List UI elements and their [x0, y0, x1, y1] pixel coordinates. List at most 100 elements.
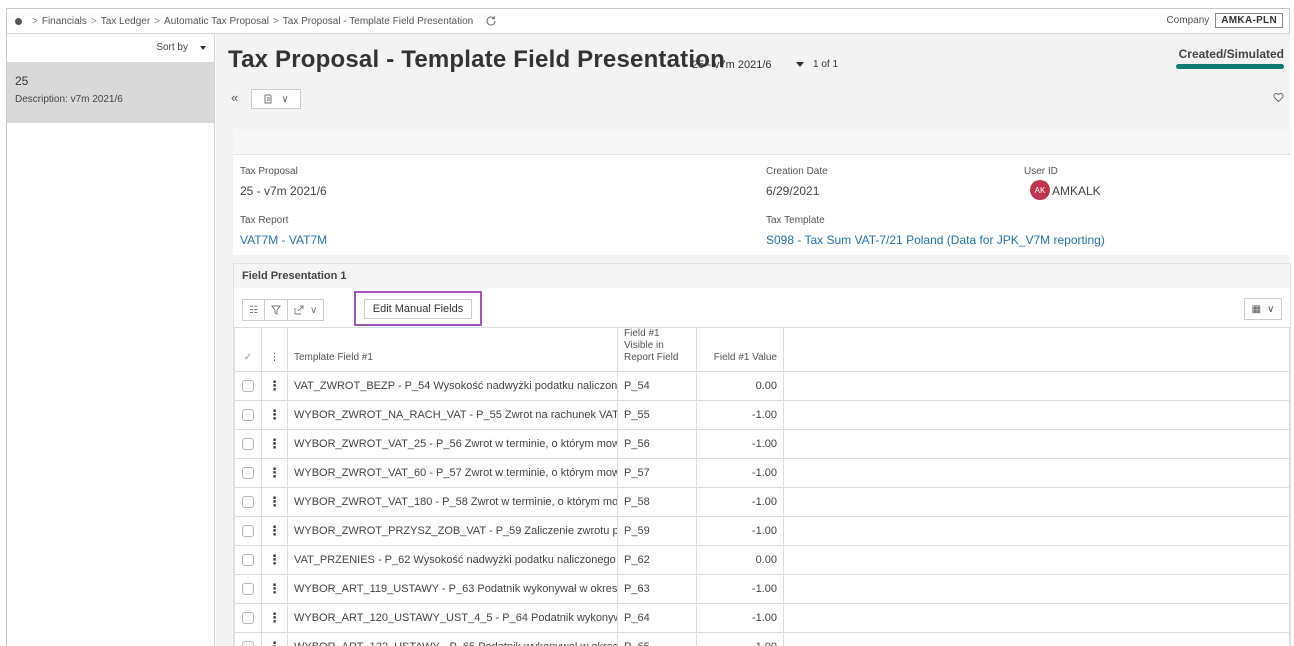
- table-header-row: ✓ ⋮ Template Field #1 Field #1 Visible i…: [234, 327, 1290, 372]
- row-checkbox[interactable]: [234, 371, 262, 401]
- company-label: Company: [1166, 15, 1210, 26]
- row-menu-icon[interactable]: ⋮: [261, 429, 288, 459]
- page-title: Tax Proposal - Template Field Presentati…: [228, 46, 725, 73]
- empty-cell: [783, 429, 1290, 459]
- tax-report-link[interactable]: VAT7M - VAT7M: [240, 233, 327, 247]
- row-menu-icon[interactable]: ⋮: [261, 400, 288, 430]
- header-card: Tax Proposal 25 - v7m 2021/6 Creation Da…: [233, 155, 1291, 255]
- report-field-cell: P_59: [617, 516, 697, 546]
- record-navigator: Sort by 25 Description: v7m 2021/6: [7, 34, 215, 646]
- collapse-navigator-icon[interactable]: «: [231, 90, 238, 105]
- report-field-cell: P_63: [617, 574, 697, 604]
- table-row[interactable]: ⋮ VAT_ZWROT_BEZP - P_54 Wysokość nadwyżki…: [234, 371, 1290, 401]
- column-header-field-value[interactable]: Field #1 Value: [696, 327, 784, 372]
- filter-icon[interactable]: [265, 300, 288, 320]
- row-checkbox[interactable]: [234, 487, 262, 517]
- template-field-cell: WYBOR_ZWROT_PRZYSZ_ZOB_VAT - P_59 Zalicz…: [287, 516, 618, 546]
- sort-by-dropdown[interactable]: Sort by: [156, 42, 206, 53]
- app-window: > Financials > Tax Ledger > Automatic Ta…: [6, 8, 1291, 646]
- row-menu-icon[interactable]: ⋮: [261, 545, 288, 575]
- edit-manual-fields-button[interactable]: Edit Manual Fields: [354, 291, 482, 326]
- table-row[interactable]: ⋮ WYBOR_ART_120_USTAWY_UST_4_5 - P_64 Pod…: [234, 603, 1290, 633]
- row-checkbox[interactable]: [234, 458, 262, 488]
- commands-dropdown-button[interactable]: ∨: [251, 89, 301, 109]
- select-all-checkbox[interactable]: ✓: [234, 327, 262, 372]
- report-field-cell: P_56: [617, 429, 697, 459]
- empty-cell: [783, 400, 1290, 430]
- tax-proposal-value: 25 - v7m 2021/6: [240, 184, 327, 198]
- tax-template-link[interactable]: S098 - Tax Sum VAT-7/21 Poland (Data for…: [766, 233, 1105, 247]
- report-field-cell: P_58: [617, 487, 697, 517]
- field-value-cell: -1.00: [696, 632, 784, 646]
- list-settings-icon[interactable]: ☷: [243, 300, 265, 320]
- field-value-cell: -1.00: [696, 458, 784, 488]
- report-field-cell: P_54: [617, 371, 697, 401]
- field-table: ✓ ⋮ Template Field #1 Field #1 Visible i…: [234, 327, 1290, 646]
- row-menu-icon[interactable]: ⋮: [261, 458, 288, 488]
- table-view-dropdown[interactable]: ▦ ∨: [1244, 298, 1282, 320]
- row-menu-icon[interactable]: ⋮: [261, 487, 288, 517]
- chevron-down-icon: ∨: [281, 93, 289, 105]
- report-field-cell: P_64: [617, 603, 697, 633]
- tax-template-label: Tax Template: [766, 215, 825, 226]
- field-presentation-group: Field Presentation 1 ☷ ∨ Edit Manual Fie…: [233, 263, 1291, 646]
- favorite-heart-icon[interactable]: [1273, 92, 1284, 103]
- chevron-down-icon: [200, 45, 206, 50]
- row-checkbox[interactable]: [234, 632, 262, 646]
- breadcrumb-tax-ledger[interactable]: Tax Ledger: [101, 16, 150, 27]
- table-row[interactable]: ⋮ WYBOR_ART_119_USTAWY - P_63 Podatnik wy…: [234, 574, 1290, 604]
- column-header-visible-in-report[interactable]: Field #1 Visible in Report Field: [617, 327, 697, 372]
- list-item-description: Description: v7m 2021/6: [15, 94, 123, 105]
- row-menu-icon[interactable]: ⋮: [261, 574, 288, 604]
- table-row[interactable]: ⋮ WYBOR_ZWROT_VAT_25 - P_56 Zwrot w termi…: [234, 429, 1290, 459]
- field-value-cell: -1.00: [696, 487, 784, 517]
- report-field-cell: P_62: [617, 545, 697, 575]
- field-value-cell: 0.00: [696, 371, 784, 401]
- record-selector[interactable]: 25 - v7m 2021/6: [692, 59, 772, 71]
- row-menu-icon[interactable]: ⋮: [261, 632, 288, 646]
- row-checkbox[interactable]: [234, 574, 262, 604]
- creation-date-value: 6/29/2021: [766, 184, 820, 198]
- export-dropdown-icon[interactable]: ∨: [288, 300, 323, 320]
- home-icon[interactable]: [15, 17, 22, 25]
- table-row[interactable]: ⋮ VAT_PRZENIES - P_62 Wysokość nadwyżki p…: [234, 545, 1290, 575]
- row-checkbox[interactable]: [234, 429, 262, 459]
- list-item-selected[interactable]: 25 Description: v7m 2021/6: [7, 62, 214, 123]
- empty-cell: [783, 458, 1290, 488]
- column-header-template-field[interactable]: Template Field #1: [287, 327, 618, 372]
- company-selector[interactable]: Company AMKA-PLN: [1166, 13, 1283, 28]
- field-value-cell: -1.00: [696, 574, 784, 604]
- row-menu-icon[interactable]: ⋮: [261, 371, 288, 401]
- edit-manual-fields-label: Edit Manual Fields: [363, 298, 473, 319]
- sort-by-label: Sort by: [156, 42, 188, 53]
- column-options-icon[interactable]: ⋮: [261, 327, 288, 372]
- table-toolbar: ☷ ∨: [242, 299, 325, 321]
- template-field-cell: WYBOR_ZWROT_VAT_25 - P_56 Zwrot w termin…: [287, 429, 618, 459]
- empty-cell: [783, 603, 1290, 633]
- chevron-down-icon: ∨: [1267, 303, 1275, 315]
- record-dropdown-icon[interactable]: [796, 62, 804, 67]
- row-checkbox[interactable]: [234, 603, 262, 633]
- field-presentation-title: Field Presentation 1: [234, 264, 1290, 288]
- table-row[interactable]: ⋮ WYBOR_ZWROT_VAT_60 - P_57 Zwrot w termi…: [234, 458, 1290, 488]
- user-id-label: User ID: [1024, 166, 1058, 177]
- company-value[interactable]: AMKA-PLN: [1215, 13, 1283, 28]
- grid-icon: ▦: [1251, 303, 1262, 315]
- row-checkbox[interactable]: [234, 545, 262, 575]
- breadcrumb-financials[interactable]: Financials: [42, 16, 87, 27]
- table-row[interactable]: ⋮ WYBOR_ZWROT_NA_RACH_VAT - P_55 Zwrot na…: [234, 400, 1290, 430]
- report-field-cell: P_55: [617, 400, 697, 430]
- table-row[interactable]: ⋮ WYBOR_ZWROT_VAT_180 - P_58 Zwrot w term…: [234, 487, 1290, 517]
- table-row[interactable]: ⋮WYBOR_ART_122_USTAWY - P_65 Podatnik wy…: [234, 632, 1290, 646]
- row-menu-icon[interactable]: ⋮: [261, 516, 288, 546]
- breadcrumb-automatic-tax-proposal[interactable]: Automatic Tax Proposal: [164, 16, 269, 27]
- breadcrumb-separator: >: [32, 15, 38, 27]
- row-menu-icon[interactable]: ⋮: [261, 603, 288, 633]
- breadcrumb-separator: >: [90, 15, 97, 27]
- template-field-cell: WYBOR_ZWROT_NA_RACH_VAT - P_55 Zwrot na …: [287, 400, 618, 430]
- row-checkbox[interactable]: [234, 400, 262, 430]
- empty-cell: [783, 574, 1290, 604]
- row-checkbox[interactable]: [234, 516, 262, 546]
- table-row[interactable]: ⋮ WYBOR_ZWROT_PRZYSZ_ZOB_VAT - P_59 Zalic…: [234, 516, 1290, 546]
- refresh-icon[interactable]: [485, 15, 497, 27]
